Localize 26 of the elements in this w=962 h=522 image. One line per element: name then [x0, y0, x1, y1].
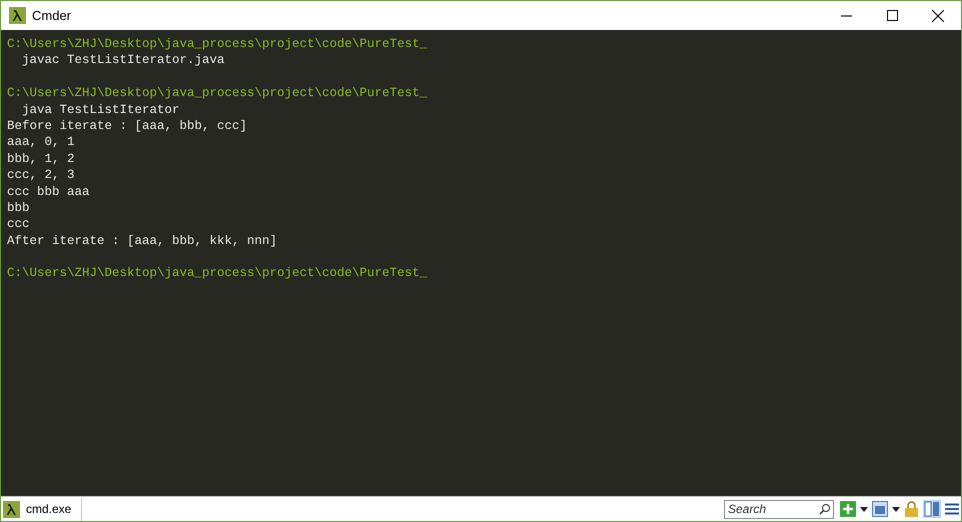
search-icon: [819, 502, 831, 514]
console-tab[interactable]: cmd.exe: [1, 498, 82, 520]
lambda-icon: [9, 7, 26, 24]
output-line: aaa, 0, 1: [7, 134, 76, 151]
caret-icon: [860, 506, 868, 512]
window-title: Cmder: [32, 8, 72, 23]
output-line: javac TestListIterator.java: [21, 52, 226, 69]
output-line: Before iterate : [aaa, bbb, ccc]: [7, 118, 248, 134]
output-line: After iterate : [aaa, bbb, kkk, nnn]: [7, 232, 278, 250]
split-view-icon[interactable]: [921, 499, 943, 519]
prompt-line: C:\Users\ZHJ\Desktop\java_process\project\code\PureTest_: [7, 36, 428, 52]
maximize-icon: [886, 10, 898, 21]
search-field[interactable]: Search: [724, 500, 834, 518]
prompt-line: C:\Users\ZHJ\Desktop\java_process\project\code\PureTest_: [7, 85, 428, 102]
prompt-line: C:\Users\ZHJ\Desktop\java_process\project\code\PureTest_: [7, 265, 428, 282]
lambda-icon: [3, 500, 20, 518]
caret-icon: [892, 506, 900, 512]
output-line: bbb, 1, 2: [7, 150, 76, 168]
lock-icon[interactable]: [902, 499, 921, 519]
output-line: ccc bbb aaa: [7, 184, 91, 200]
output-line: ccc, 2, 3: [7, 167, 76, 184]
output-line: bbb: [7, 200, 31, 216]
close-icon: [932, 10, 944, 22]
output-line: java TestListIterator: [21, 102, 181, 118]
output-line: ccc: [7, 216, 31, 233]
window-icon[interactable]: [870, 499, 890, 519]
